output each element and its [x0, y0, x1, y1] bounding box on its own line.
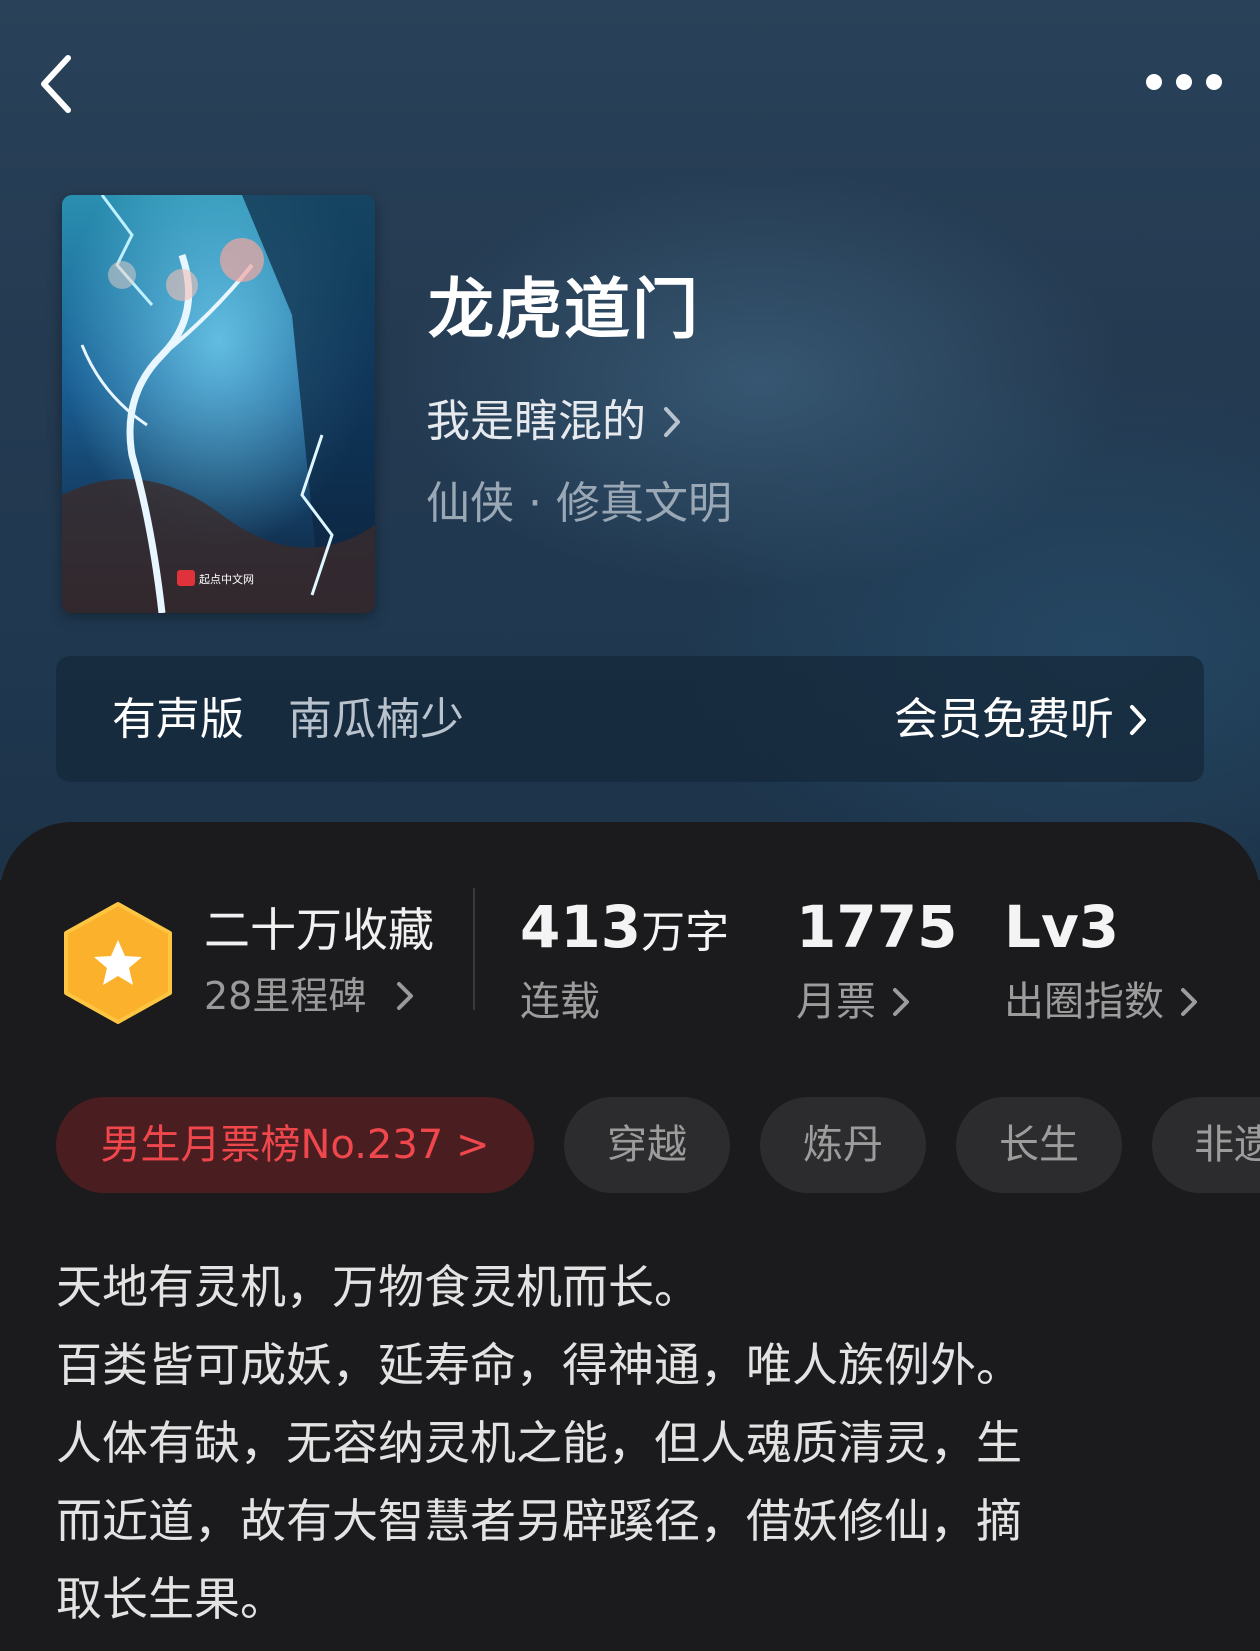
monthly-votes-count: 1775 — [796, 893, 958, 961]
audio-narrator: 南瓜楠少 — [288, 694, 464, 745]
stats-divider — [473, 888, 475, 1010]
monthly-votes-label: 月票 — [796, 979, 876, 1025]
tag-chip[interactable]: 炼丹 — [760, 1097, 926, 1193]
chevron-right-icon — [893, 988, 909, 1016]
milestone-link[interactable]: 28里程碑 — [204, 970, 414, 1022]
chevron-right-icon — [397, 982, 414, 1010]
audio-version-bar[interactable]: 有声版 南瓜楠少 会员免费听 — [56, 656, 1204, 782]
book-title: 龙虎道门 — [428, 271, 700, 348]
chevron-left-icon — [41, 55, 71, 113]
book-cover-art: 起点中文网 — [62, 195, 375, 613]
word-count: 413万字 — [520, 892, 729, 968]
book-genre: 仙侠 · 修真文明 — [426, 478, 732, 529]
word-count-unit: 万字 — [641, 907, 730, 958]
cover-publisher-text: 起点中文网 — [199, 572, 254, 586]
audio-version-label: 有声版 — [112, 694, 244, 745]
author-link[interactable]: 我是瞎混的 — [426, 392, 682, 452]
member-free-listen-button[interactable]: 会员免费听 — [894, 692, 1148, 748]
milestone-label: 28里程碑 — [204, 974, 367, 1018]
more-dots-icon — [1146, 74, 1222, 90]
popularity-index-link[interactable]: 出圈指数 — [1004, 976, 1198, 1028]
monthly-votes-link[interactable]: 月票 — [796, 976, 910, 1028]
word-count-number: 413 — [520, 893, 642, 961]
chevron-right-icon — [1181, 988, 1197, 1016]
collection-count: 二十万收藏 — [204, 903, 434, 957]
book-description: 天地有灵机，万物食灵机而长。 百类皆可成妖，延寿命，得神通，唯人族例外。 人体有… — [56, 1260, 1022, 1626]
popularity-level: Lv3 — [1004, 893, 1120, 961]
serial-status: 连载 — [520, 979, 600, 1025]
tag-chip[interactable]: 非遗 — [1152, 1097, 1260, 1193]
popularity-index-label: 出圈指数 — [1004, 979, 1164, 1025]
monthly-ranking-tag[interactable]: 男生月票榜No.237 > — [56, 1097, 534, 1193]
chevron-right-icon — [1130, 705, 1146, 735]
book-cover[interactable]: 起点中文网 — [62, 195, 375, 613]
member-free-listen-label: 会员免费听 — [894, 694, 1114, 745]
tag-chip[interactable]: 穿越 — [564, 1097, 730, 1193]
author-name: 我是瞎混的 — [426, 396, 646, 447]
collection-star-badge-icon — [64, 902, 172, 1024]
chevron-right-icon — [664, 407, 680, 437]
back-button[interactable] — [36, 50, 96, 120]
more-button[interactable] — [1140, 62, 1230, 102]
tag-chip[interactable]: 长生 — [956, 1097, 1122, 1193]
